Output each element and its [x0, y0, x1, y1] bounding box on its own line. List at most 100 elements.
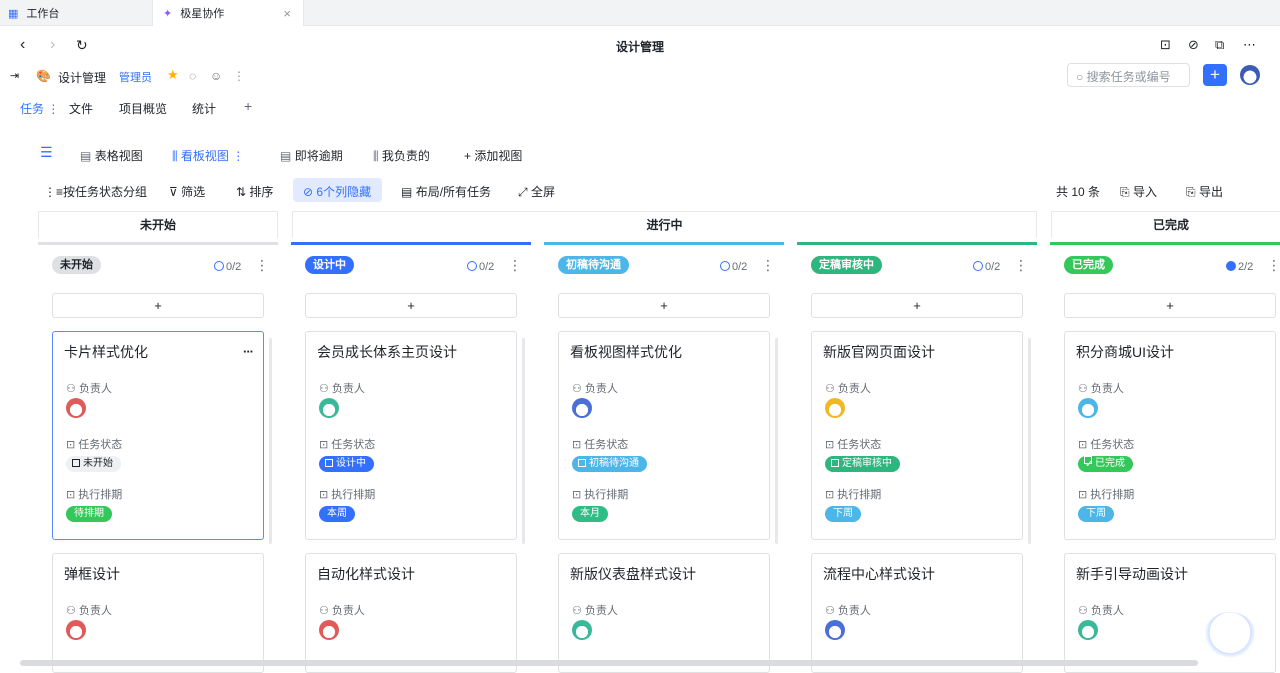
- collapse-sidebar-icon[interactable]: ⇥: [10, 69, 19, 82]
- task-card[interactable]: 卡片样式优化 ··· ⚇ 负责人 ⊡ 任务状态 未开始 ⊡ 执行排期 待排期: [52, 331, 264, 540]
- horizontal-scrollbar[interactable]: [20, 660, 1198, 666]
- members-icon[interactable]: ☺: [210, 69, 222, 83]
- schedule-value[interactable]: 待排期: [66, 504, 112, 522]
- tab-stats[interactable]: 统计: [192, 100, 216, 117]
- schedule-value[interactable]: 本周: [319, 504, 355, 522]
- task-card[interactable]: 新版仪表盘样式设计 ⚇ 负责人: [558, 553, 770, 673]
- import-button[interactable]: ⎘ 导入: [1120, 183, 1157, 200]
- group-header-not-started: 未开始: [38, 211, 278, 238]
- schedule-value[interactable]: 本月: [572, 504, 608, 522]
- add-card-button[interactable]: +: [1064, 293, 1276, 318]
- column-progress: 0/2: [720, 261, 747, 273]
- task-card[interactable]: 会员成长体系主页设计 ⚇ 负责人 ⊡ 任务状态 设计中 ⊡ 执行排期 本周: [305, 331, 517, 540]
- assistant-mascot-icon[interactable]: [1204, 612, 1256, 658]
- owner-avatar[interactable]: [572, 398, 592, 418]
- add-card-button[interactable]: +: [558, 293, 770, 318]
- schedule-tag: 本月: [572, 506, 608, 522]
- group-by-button[interactable]: ⋮≡按任务状态分组: [44, 183, 147, 200]
- comment-icon[interactable]: ◌: [189, 69, 196, 83]
- add-card-button[interactable]: +: [305, 293, 517, 318]
- browser-tab-jixing[interactable]: ✦ 极星协作 ×: [152, 0, 304, 26]
- card-more-icon[interactable]: ···: [243, 344, 254, 359]
- status-value[interactable]: 设计中: [319, 454, 374, 472]
- field-label: ⚇ 负责人: [1078, 380, 1124, 396]
- card-scrollbar[interactable]: [269, 338, 272, 544]
- view-overdue[interactable]: ▤ 即将逾期: [280, 147, 343, 164]
- owner-avatar[interactable]: [1078, 398, 1098, 418]
- tab-overview[interactable]: 项目概览: [119, 100, 167, 117]
- person-icon: ⚇: [1078, 605, 1091, 617]
- robot-icon[interactable]: ⊡: [1160, 37, 1171, 53]
- user-avatar[interactable]: [1240, 65, 1260, 85]
- sort-button[interactable]: ⇅ 排序: [236, 183, 273, 200]
- task-card[interactable]: 自动化样式设计 ⚇ 负责人: [305, 553, 517, 673]
- button-label: 布局/所有任务: [415, 185, 492, 199]
- view-kanban[interactable]: ⫼ 看板视图 ⋮: [172, 147, 244, 164]
- task-card[interactable]: 积分商城UI设计 ⚇ 负责人 ⊡ 任务状态 ✓ 已完成 ⊡ 执行排期 下周: [1064, 331, 1276, 540]
- project-more-icon[interactable]: ⋮: [233, 69, 245, 83]
- owner-avatar[interactable]: [66, 398, 86, 418]
- view-label: 我负责的: [381, 149, 430, 163]
- add-tab-icon[interactable]: +: [244, 98, 252, 114]
- compass-icon[interactable]: ⊘: [1188, 37, 1199, 53]
- add-card-button[interactable]: +: [52, 293, 264, 318]
- view-label: 表格视图: [94, 149, 143, 163]
- schedule-value[interactable]: 下周: [1078, 504, 1114, 522]
- layout-icon: ▤: [401, 185, 413, 199]
- status-value[interactable]: 未开始: [66, 454, 121, 472]
- add-card-button[interactable]: +: [811, 293, 1023, 318]
- owner-avatar[interactable]: [825, 620, 845, 640]
- menu-icon[interactable]: ☰: [40, 144, 53, 161]
- tab-files[interactable]: 文件: [69, 100, 93, 117]
- button-label: 全屏: [530, 185, 555, 199]
- owner-avatar[interactable]: [825, 398, 845, 418]
- hidden-columns-button[interactable]: ⊘ 6个列隐藏: [293, 178, 382, 202]
- filter-button[interactable]: ⊽ 筛选: [169, 183, 205, 200]
- search-input[interactable]: ○ 搜索任务或编号: [1067, 63, 1190, 87]
- status-value[interactable]: ✓ 已完成: [1078, 454, 1133, 472]
- field-icon: ⊡: [319, 439, 332, 451]
- card-scrollbar[interactable]: [1028, 338, 1031, 544]
- window-icon[interactable]: ⧉: [1215, 37, 1224, 53]
- owner-avatar[interactable]: [319, 620, 339, 640]
- close-icon[interactable]: ×: [283, 6, 291, 21]
- task-card[interactable]: 流程中心样式设计 ⚇ 负责人: [811, 553, 1023, 673]
- field-label-text: 负责人: [78, 605, 112, 617]
- view-table[interactable]: ▤ 表格视图: [80, 147, 143, 164]
- owner-avatar[interactable]: [319, 398, 339, 418]
- column-more-icon[interactable]: ⋮: [255, 257, 269, 274]
- column-more-icon[interactable]: ⋮: [508, 257, 522, 274]
- add-view-button[interactable]: + 添加视图: [464, 147, 522, 164]
- export-button[interactable]: ⎘ 导出: [1186, 183, 1223, 200]
- browser-tab-workbench[interactable]: ▦ 工作台: [0, 0, 148, 26]
- owner-avatar[interactable]: [572, 620, 592, 640]
- task-card[interactable]: 看板视图样式优化 ⚇ 负责人 ⊡ 任务状态 初稿待沟通 ⊡ 执行排期 本月: [558, 331, 770, 540]
- fullscreen-button[interactable]: ⤢ 全屏: [518, 183, 555, 200]
- layout-button[interactable]: ▤ 布局/所有任务: [401, 183, 491, 200]
- star-icon[interactable]: ★: [167, 67, 179, 83]
- field-label: ⊡ 执行排期: [1078, 486, 1134, 502]
- checkbox-icon: [72, 459, 80, 467]
- card-scrollbar[interactable]: [522, 338, 525, 544]
- tab-tasks[interactable]: 任务 ⋮: [20, 100, 59, 117]
- owner-avatar[interactable]: [1078, 620, 1098, 640]
- schedule-value[interactable]: 下周: [825, 504, 861, 522]
- checkbox-icon: ✓: [1084, 456, 1093, 470]
- add-task-button[interactable]: +: [1203, 64, 1227, 86]
- owner-avatar[interactable]: [66, 620, 86, 640]
- task-card[interactable]: 弹框设计 ⚇ 负责人: [52, 553, 264, 673]
- group-header-done: 已完成: [1051, 211, 1280, 238]
- import-icon: ⎘: [1120, 185, 1130, 199]
- card-scrollbar[interactable]: [775, 338, 778, 544]
- status-value[interactable]: 定稿审核中: [825, 454, 900, 472]
- column-header: 未开始 0/2 ⋮: [52, 256, 269, 280]
- task-card[interactable]: 新手引导动画设计 ⚇ 负责人: [1064, 553, 1276, 673]
- search-icon: ○: [1076, 70, 1084, 84]
- view-mine[interactable]: ⫼ 我负责的: [373, 147, 430, 164]
- status-value[interactable]: 初稿待沟通: [572, 454, 647, 472]
- column-more-icon[interactable]: ⋮: [761, 257, 775, 274]
- column-more-icon[interactable]: ⋮: [1267, 257, 1280, 274]
- more-icon[interactable]: ⋯: [1243, 37, 1256, 53]
- column-more-icon[interactable]: ⋮: [1014, 257, 1028, 274]
- task-card[interactable]: 新版官网页面设计 ⚇ 负责人 ⊡ 任务状态 定稿审核中 ⊡ 执行排期 下周: [811, 331, 1023, 540]
